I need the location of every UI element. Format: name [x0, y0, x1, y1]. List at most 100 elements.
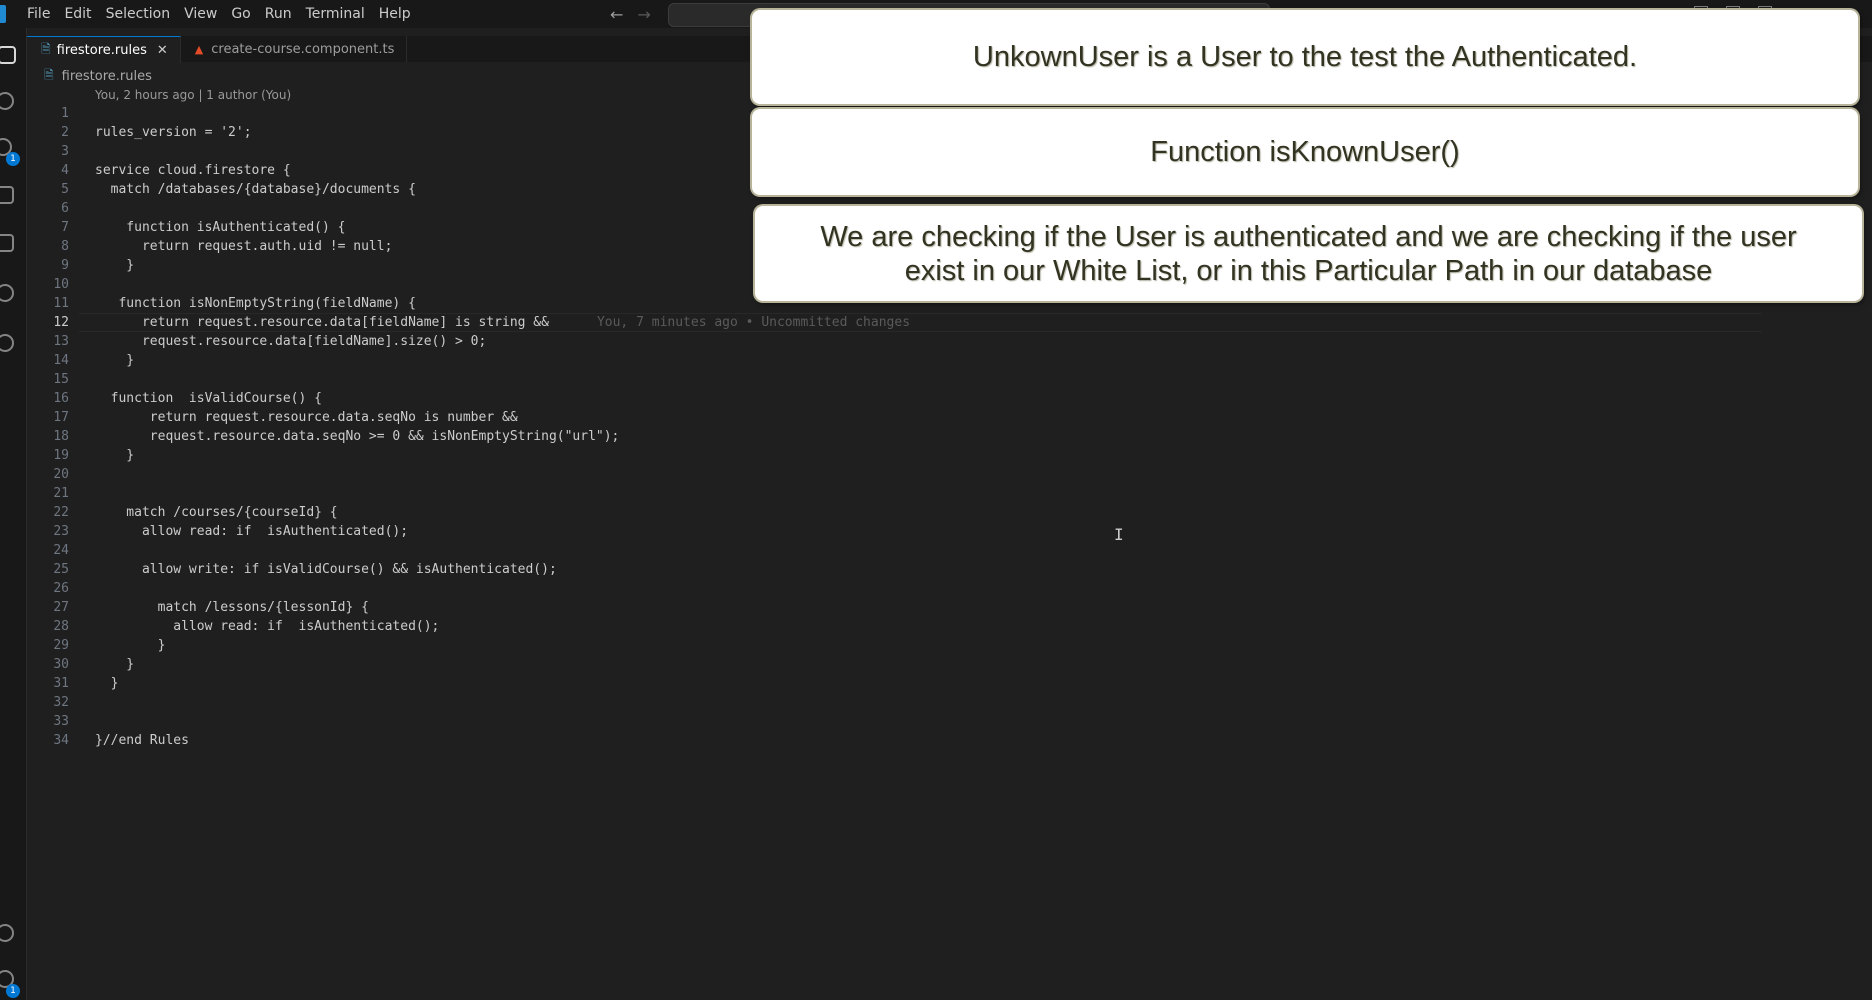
code-text: }//end Rules [95, 731, 189, 750]
line-number: 7 [61, 220, 69, 235]
code-line[interactable]: 25 allow write: if isValidCourse() && is… [27, 560, 1872, 579]
line-number: 3 [61, 144, 69, 159]
line-number: 34 [53, 733, 69, 748]
tab-firestore-rules[interactable]: 🗎 firestore.rules ✕ [27, 36, 181, 63]
line-number: 22 [53, 505, 69, 520]
caption-card: Function isKnownUser() [752, 109, 1858, 195]
breadcrumb: 🗎 firestore.rules [44, 66, 152, 87]
code-content: } [95, 657, 135, 672]
code-text: } [95, 655, 134, 674]
line-number: 16 [53, 391, 69, 406]
line-number: 9 [61, 258, 69, 273]
line-number: 12 [53, 315, 69, 330]
code-line[interactable]: 28 allow read: if isAuthenticated(); [27, 617, 1872, 636]
menu-edit[interactable]: Edit [57, 0, 98, 28]
code-content: } [95, 258, 135, 273]
code-content: allow read: if isAuthenticated(); [95, 524, 409, 539]
code-line[interactable]: 29 } [27, 636, 1872, 655]
line-number: 28 [53, 619, 69, 634]
code-text: match /courses/{courseId} { [95, 503, 337, 522]
code-content: function isNonEmptyString(fieldName) { [95, 296, 416, 311]
forward-arrow-icon[interactable]: → [637, 5, 650, 24]
line-number: 29 [53, 638, 69, 653]
code-line[interactable]: 20 [27, 465, 1872, 484]
close-icon[interactable]: ✕ [157, 43, 168, 58]
line-number: 4 [61, 163, 69, 178]
line-number: 1 [61, 106, 69, 121]
extensions-icon[interactable] [0, 186, 14, 204]
tab-create-course-component[interactable]: ▲ create-course.component.ts [180, 36, 408, 62]
accounts-icon[interactable] [0, 924, 14, 942]
code-line[interactable]: 33 [27, 712, 1872, 731]
menu-run[interactable]: Run [258, 0, 299, 28]
navigation-arrows: ← → [610, 0, 651, 28]
tab-label: firestore.rules [56, 42, 147, 58]
code-line[interactable]: 18 request.resource.data.seqNo >= 0 && i… [27, 427, 1872, 446]
code-line[interactable]: 32 [27, 693, 1872, 712]
line-number: 21 [53, 486, 69, 501]
code-text: } [95, 256, 134, 275]
timeline-icon[interactable] [0, 334, 14, 352]
code-text: return request.auth.uid != null; [95, 237, 392, 256]
menu-help[interactable]: Help [372, 0, 418, 28]
code-line[interactable]: 30 } [27, 655, 1872, 674]
menu-file[interactable]: File [20, 0, 57, 28]
line-number: 32 [53, 695, 69, 710]
code-line[interactable]: 22 match /courses/{courseId} { [27, 503, 1872, 522]
git-codelens[interactable]: You, 2 hours ago | 1 author (You) [95, 88, 291, 102]
caption-text: UnkownUser is a User to the test the Aut… [972, 40, 1638, 73]
code-line[interactable]: 19 } [27, 446, 1872, 465]
code-content: } [95, 676, 119, 691]
code-content: return request.resource.data[fieldName] … [95, 315, 549, 330]
code-text: request.resource.data[fieldName].size() … [95, 332, 486, 351]
run-debug-icon[interactable] [0, 284, 14, 302]
remote-explorer-icon[interactable] [0, 234, 14, 252]
code-text: } [95, 674, 119, 693]
code-content: rules_version = '2'; [95, 125, 252, 140]
code-content: request.resource.data[fieldName].size() … [95, 334, 487, 349]
line-number: 31 [53, 676, 69, 691]
code-text: allow read: if isAuthenticated(); [95, 522, 408, 541]
code-line[interactable]: 21 [27, 484, 1872, 503]
code-editor[interactable]: 1 2 rules_version = '2'; 3 4 service cloud.fi… [27, 104, 1872, 750]
line-number: 30 [53, 657, 69, 672]
code-line[interactable]: 26 [27, 579, 1872, 598]
code-line[interactable]: 12 return request.resource.data[fieldNam… [27, 313, 1872, 332]
code-line[interactable]: 17 return request.resource.data.seqNo is… [27, 408, 1872, 427]
angular-icon: ▲ [194, 42, 204, 56]
search-icon[interactable] [0, 92, 14, 110]
menu-view[interactable]: View [177, 0, 224, 28]
code-line[interactable]: 31 } [27, 674, 1872, 693]
code-text: rules_version = '2'; [95, 123, 252, 142]
code-line[interactable]: 13 request.resource.data[fieldName].size… [27, 332, 1872, 351]
menu-selection[interactable]: Selection [99, 0, 178, 28]
caption-text: Function isKnownUser() [1150, 135, 1460, 168]
caption-card: UnkownUser is a User to the test the Aut… [752, 10, 1858, 104]
back-arrow-icon[interactable]: ← [610, 5, 623, 24]
code-line[interactable]: 27 match /lessons/{lessonId} { [27, 598, 1872, 617]
breadcrumb-file[interactable]: firestore.rules [62, 69, 152, 84]
menu-go[interactable]: Go [224, 0, 257, 28]
activity-bar: 1 1 [0, 28, 27, 1000]
code-line[interactable]: 15 [27, 370, 1872, 389]
line-number: 20 [53, 467, 69, 482]
code-line[interactable]: 23 allow read: if isAuthenticated(); [27, 522, 1872, 541]
code-text: return request.resource.data.seqNo is nu… [95, 408, 518, 427]
inline-git-blame: You, 7 minutes ago • Uncommitted changes [596, 315, 911, 330]
line-number: 19 [53, 448, 69, 463]
menu-terminal[interactable]: Terminal [299, 0, 372, 28]
code-line[interactable]: 34 }//end Rules [27, 731, 1872, 750]
text-cursor-icon: I [1114, 525, 1124, 544]
file-icon: 🗎 [41, 41, 51, 56]
code-content: function isValidCourse() { [95, 391, 322, 406]
code-line[interactable]: 14 } [27, 351, 1872, 370]
code-text: } [95, 636, 166, 655]
explorer-icon[interactable] [0, 46, 16, 64]
code-text: } [95, 351, 134, 370]
line-number: 24 [53, 543, 69, 558]
line-number: 6 [61, 201, 69, 216]
code-content: return request.auth.uid != null; [95, 239, 393, 254]
code-text: allow write: if isValidCourse() && isAut… [95, 560, 557, 579]
code-line[interactable]: 16 function isValidCourse() { [27, 389, 1872, 408]
code-line[interactable]: 24 [27, 541, 1872, 560]
